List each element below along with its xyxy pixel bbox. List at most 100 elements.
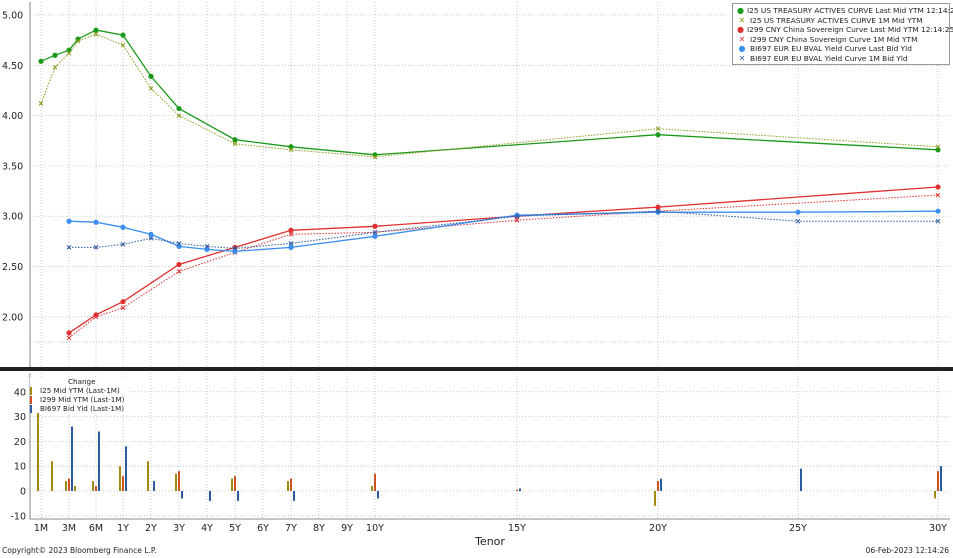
data-point — [288, 244, 294, 250]
legend-label: I299 Mid YTM (Last-1M) — [40, 395, 125, 404]
x-axis-label: Tenor — [474, 535, 505, 548]
x-tick-label: 30Y — [929, 523, 947, 534]
bar — [209, 491, 211, 501]
y-tick-label: 40 — [14, 387, 26, 398]
legend-label: I25 Mid YTM (Last-1M) — [40, 386, 120, 395]
bar — [175, 473, 177, 491]
legend-label: BI697 EUR EU BVAL Yield Curve Last Bid Y… — [750, 44, 912, 54]
series-cn-last — [66, 184, 941, 336]
x-tick-label: 6M — [89, 523, 103, 534]
legend-marker — [30, 395, 36, 404]
copyright-text: Copyright© 2023 Bloomberg Finance L.P. — [2, 546, 157, 555]
y-tick-label: 4.00 — [2, 111, 23, 122]
chart-canvas: 5.00 4.50 4.00 3.50 3.00 2.50 2.00 40 30 20 10 0 -10… — [0, 2, 953, 548]
lower-chart-title: Change — [68, 377, 96, 386]
legend-entry-us-last[interactable]: ● I25 US TREASURY ACTIVES CURVE Last Mid… — [737, 6, 953, 16]
x-tick-label: 7Y — [285, 523, 297, 534]
series-cn-1m — [66, 192, 941, 341]
data-point — [372, 223, 378, 229]
bar — [68, 478, 70, 491]
bar — [181, 491, 183, 499]
bar — [237, 491, 239, 501]
lower-legend-entry-cn[interactable]: I299 Mid YTM (Last-1M) — [30, 395, 124, 404]
data-point — [93, 27, 99, 33]
legend-label: I299 CNY China Sovereign Curve 1M Mid YT… — [750, 34, 918, 44]
legend-label: BI697 Bid Yld (Last-1M) — [40, 404, 125, 413]
data-point — [795, 209, 801, 215]
bar — [293, 491, 295, 501]
bar — [657, 481, 659, 491]
bar — [71, 426, 73, 491]
data-point — [514, 212, 520, 218]
bar — [516, 489, 518, 491]
y-tick-label: 3.50 — [2, 161, 23, 172]
bar — [153, 481, 155, 491]
x-tick-label: 1Y — [117, 523, 129, 534]
x-tick-label: 5Y — [229, 523, 241, 534]
bar — [940, 466, 942, 491]
x-tick-label: 25Y — [789, 523, 807, 534]
x-tick-label: 10Y — [366, 523, 384, 534]
legend-marker: ✕ — [738, 15, 746, 25]
bar — [287, 481, 289, 491]
lower-grid — [30, 373, 950, 519]
data-point — [120, 42, 126, 48]
legend-entry-us-1m[interactable]: ✕ I25 US TREASURY ACTIVES CURVE 1M Mid Y… — [737, 16, 945, 26]
legend-label: BI697 EUR EU BVAL Yield Curve 1M Bid Yld — [750, 53, 908, 63]
bar — [519, 488, 521, 491]
bar — [290, 478, 292, 491]
bar — [231, 478, 233, 491]
data-point — [655, 209, 661, 215]
y-tick-label: 20 — [14, 437, 26, 448]
data-point — [655, 132, 661, 138]
bar — [98, 431, 100, 491]
bar — [234, 476, 236, 491]
x-tick-label: 3Y — [173, 523, 185, 534]
legend-entry-cn-last[interactable]: ● I299 CNY China Sovereign Curve Last Mi… — [737, 25, 953, 35]
y-tick-label: 30 — [14, 412, 26, 423]
bar — [377, 491, 379, 499]
data-point — [935, 208, 941, 214]
data-point — [795, 218, 801, 224]
data-point — [52, 52, 58, 58]
bar — [371, 486, 373, 491]
data-point — [66, 335, 72, 341]
legend-marker — [30, 386, 36, 395]
x-tick-label: 3M — [62, 523, 76, 534]
series-eu-1m — [66, 208, 941, 251]
lower-legend-entry-eu[interactable]: BI697 Bid Yld (Last-1M) — [30, 404, 124, 413]
x-tick-label: 2Y — [145, 523, 157, 534]
bar — [95, 486, 97, 491]
data-point — [176, 105, 182, 112]
bar — [51, 461, 53, 491]
x-tick-label: 4Y — [201, 523, 213, 534]
lower-legend-entry-us[interactable]: I25 Mid YTM (Last-1M) — [30, 386, 124, 395]
bar — [119, 466, 121, 491]
legend-entry-cn-1m[interactable]: ✕ I299 CNY China Sovereign Curve 1M Mid … — [737, 35, 945, 45]
bar — [125, 446, 127, 491]
data-point — [176, 261, 182, 268]
legend-entry-eu-1m[interactable]: ✕ BI697 EUR EU BVAL Yield Curve 1M Bid Y… — [737, 54, 945, 64]
data-point — [148, 73, 154, 79]
legend-marker: ● — [738, 44, 746, 54]
data-point — [148, 231, 154, 237]
bar — [374, 473, 376, 491]
panel-divider — [0, 367, 953, 371]
data-point — [372, 233, 378, 239]
bar — [122, 476, 124, 491]
y-tick-label: -10 — [10, 511, 26, 522]
series-eu-last — [66, 208, 941, 255]
bar — [147, 461, 149, 491]
timestamp-text: 06-Feb-2023 12:14:26 — [865, 546, 949, 555]
y-tick-label: 3.00 — [2, 212, 23, 223]
y-tick-label: 0 — [20, 487, 26, 498]
upper-legend: ● I25 US TREASURY ACTIVES CURVE Last Mid… — [732, 3, 953, 65]
bar — [937, 471, 939, 491]
legend-entry-eu-last[interactable]: ● BI697 EUR EU BVAL Yield Curve Last Bid… — [737, 44, 945, 54]
bar-series-eu — [71, 426, 942, 501]
legend-marker: ✕ — [738, 34, 746, 44]
y-tick-label: 5.00 — [2, 11, 23, 22]
legend-label: I25 US TREASURY ACTIVES CURVE 1M Mid YTM — [750, 15, 923, 25]
x-tick-label: 20Y — [649, 523, 667, 534]
y-tick-label: 10 — [14, 462, 26, 473]
